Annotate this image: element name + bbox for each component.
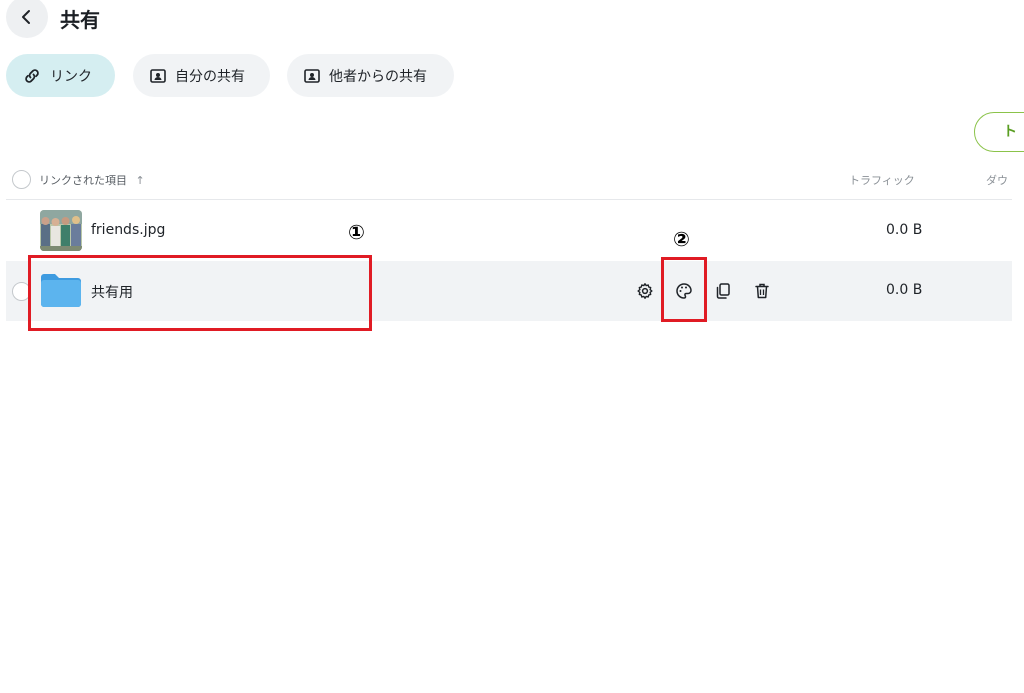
table-row[interactable]: friends.jpg 0.0 B [6,201,1012,261]
table-header: リンクされた項目 ↑ トラフィック ダウ [6,162,1012,200]
select-all-checkbox[interactable] [12,170,31,189]
column-header-name-label: リンクされた項目 [39,174,127,187]
traffic-value: 0.0 B [886,282,923,298]
annotation-label-2: ② [673,227,690,251]
trash-icon [755,283,769,299]
copy-icon [716,283,730,299]
image-thumbnail [40,210,82,251]
annotation-label-1: ① [348,220,365,244]
settings-button[interactable] [635,281,655,301]
column-header-traffic[interactable]: トラフィック [849,172,915,188]
sort-arrow-icon: ↑ [135,174,145,187]
back-button[interactable] [6,0,48,38]
column-header-name[interactable]: リンクされた項目 ↑ [39,172,145,188]
gear-icon [637,283,653,299]
tab-links-label: リンク [50,68,92,85]
user-folder-icon [150,68,166,83]
user-folder-icon [304,68,320,83]
copy-link-button[interactable] [713,281,733,301]
tab-my-shares-label: 自分の共有 [175,68,245,85]
tab-links[interactable]: リンク [6,54,115,97]
file-name[interactable]: friends.jpg [91,222,165,238]
page-title: 共有 [60,8,100,32]
delete-button[interactable] [752,281,772,301]
tab-shared-with-me[interactable]: 他者からの共有 [287,54,454,97]
tab-shared-with-me-label: 他者からの共有 [329,68,427,85]
chevron-left-icon [22,10,30,24]
annotation-box-1 [28,255,372,331]
column-header-download[interactable]: ダウ [986,172,1008,188]
traffic-value: 0.0 B [886,222,923,238]
annotation-box-2 [661,257,707,322]
create-link-button[interactable]: ト [974,112,1024,152]
tab-my-shares[interactable]: 自分の共有 [133,54,270,97]
link-icon [25,68,39,83]
